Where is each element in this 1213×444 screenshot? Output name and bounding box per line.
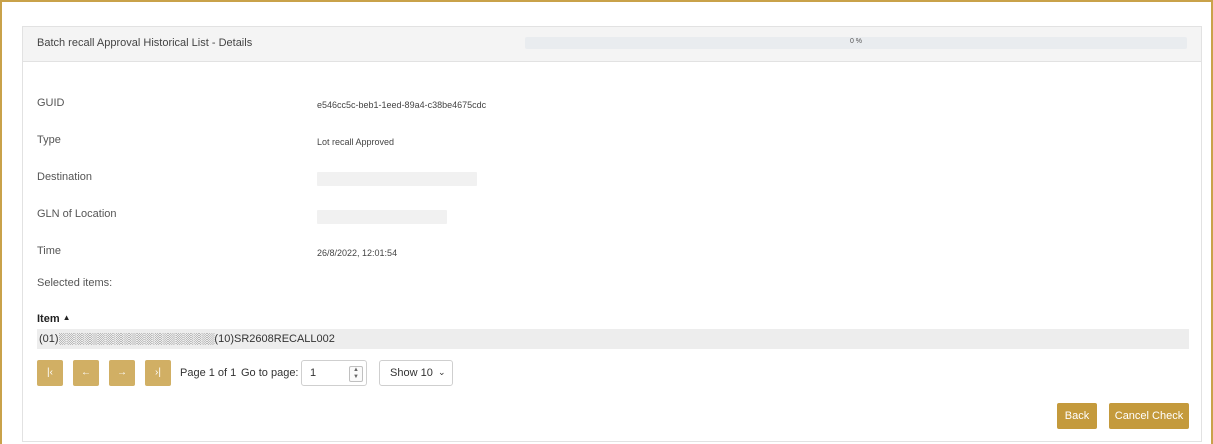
page-size-value: Show 10 [390, 367, 433, 379]
time-value: 26/8/2022, 12:01:54 [317, 248, 398, 258]
table-cell-item: (01)░░░░░░░░░░░░░░░░░░░░(10)SR2608RECALL… [39, 333, 335, 345]
page-indicator: Page 1 of 1 [180, 367, 237, 379]
time-label: Time [37, 245, 62, 257]
column-header-label: Item [37, 313, 60, 325]
guid-label: GUID [37, 97, 65, 109]
gln-label: GLN of Location [37, 208, 117, 220]
previous-page-button[interactable]: ← [73, 360, 99, 386]
page-stepper-icon[interactable]: ▲ ▼ [349, 366, 363, 382]
table-row[interactable]: (01)░░░░░░░░░░░░░░░░░░░░(10)SR2608RECALL… [37, 329, 1189, 349]
goto-page-label: Go to page: [241, 367, 299, 379]
panel-header: Batch recall Approval Historical List - … [23, 27, 1201, 62]
type-label: Type [37, 134, 61, 146]
destination-value-redacted [317, 172, 477, 186]
progress-bar: 0 % [525, 37, 1187, 49]
gln-value-redacted [317, 210, 447, 224]
page-title: Batch recall Approval Historical List - … [37, 37, 253, 49]
progress-text: 0 % [849, 38, 863, 45]
page-size-select[interactable]: Show 10 ⌄ [379, 360, 453, 386]
sort-asc-icon[interactable]: ▲ [63, 313, 71, 322]
destination-label: Destination [37, 171, 93, 183]
details-panel: Batch recall Approval Historical List - … [22, 26, 1202, 442]
cancel-check-button[interactable]: Cancel Check [1109, 403, 1189, 429]
first-page-button[interactable]: |‹ [37, 360, 63, 386]
column-header-item[interactable]: Item ▲ [37, 313, 71, 325]
back-button[interactable]: Back [1057, 403, 1097, 429]
type-value: Lot recall Approved [317, 137, 395, 147]
table-header: Item ▲ [37, 307, 1189, 330]
guid-value: e546cc5c-beb1-1eed-89a4-c38be4675cdc [317, 100, 487, 110]
next-page-button[interactable]: → [109, 360, 135, 386]
last-page-button[interactable]: ›| [145, 360, 171, 386]
selected-items-label: Selected items: [37, 277, 113, 289]
chevron-down-icon: ⌄ [438, 367, 446, 377]
